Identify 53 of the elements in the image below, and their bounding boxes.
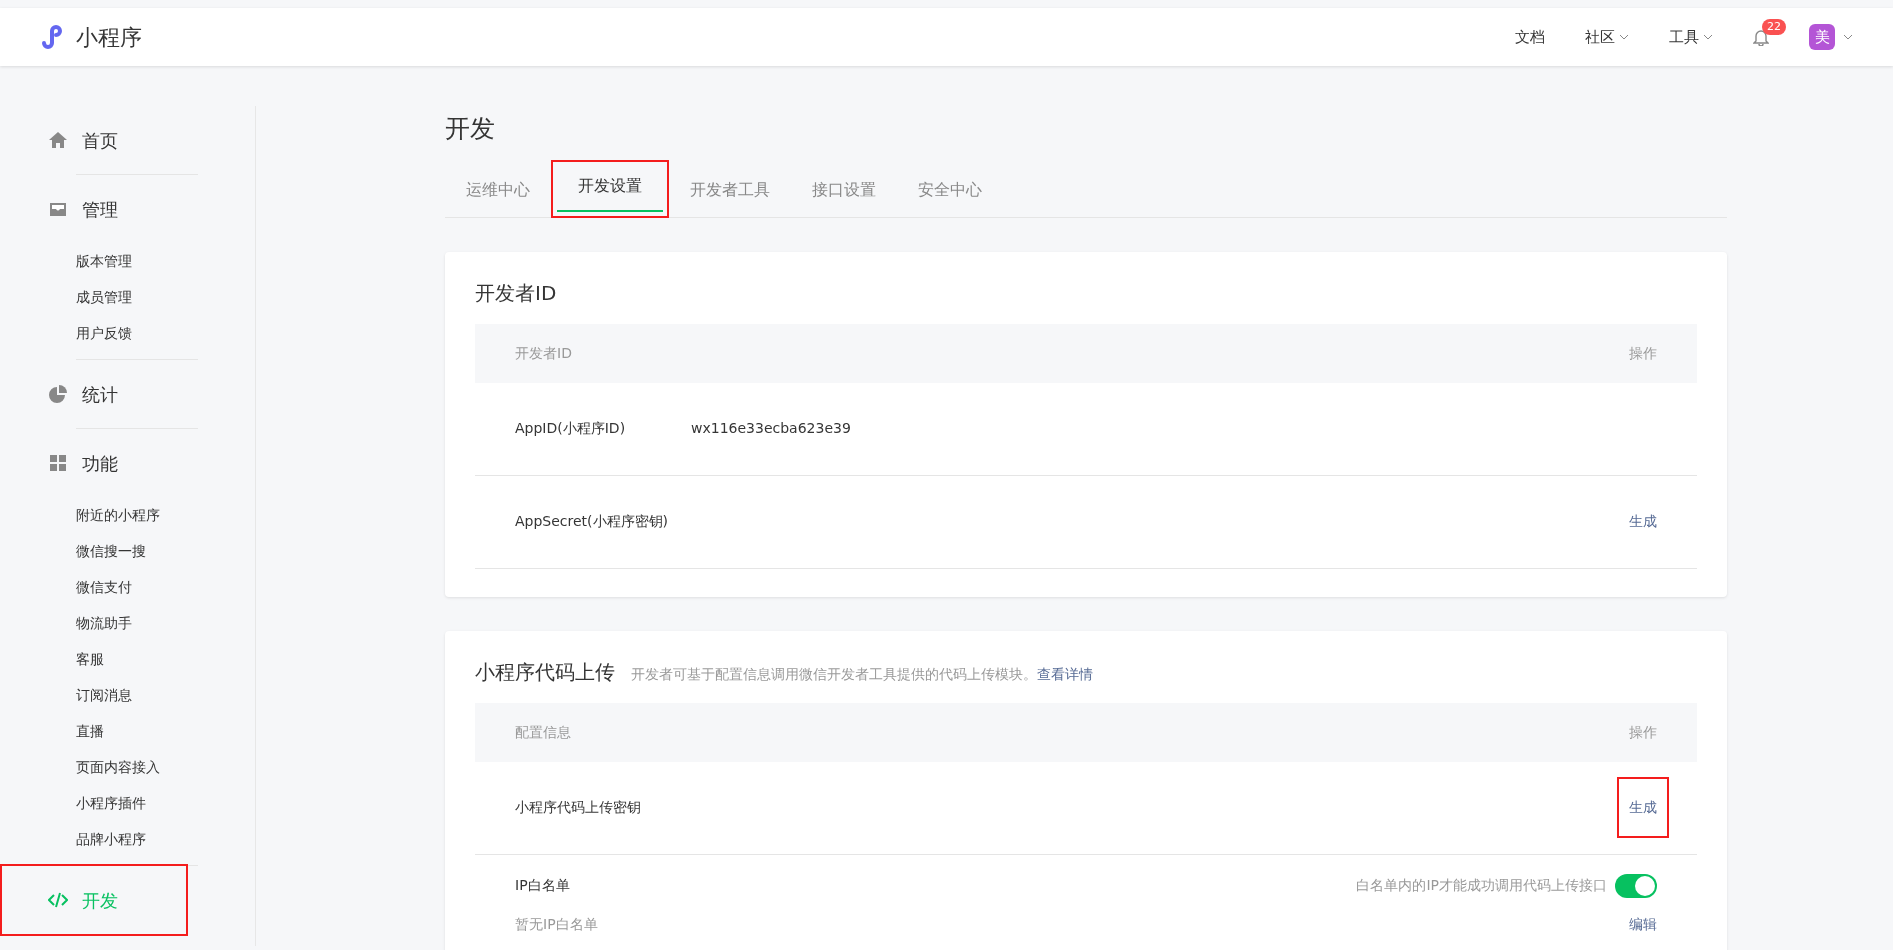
sidebar-item[interactable]: 统计 — [26, 360, 202, 428]
row-label: 小程序代码上传密钥 — [515, 798, 641, 817]
caret-icon — [1703, 34, 1713, 40]
column-header: 开发者ID — [515, 343, 572, 363]
tab[interactable]: 开发设置 — [557, 165, 663, 212]
row-value: wx116e33ecba623e39 — [691, 419, 851, 438]
row-label: AppID(小程序ID) — [515, 419, 627, 438]
row-note: 暂无IP白名单 — [515, 914, 598, 934]
card-title: 开发者ID — [475, 279, 557, 307]
card-description: 开发者可基于配置信息调用微信开发者工具提供的代码上传模块。查看详情 — [631, 664, 1093, 684]
sidebar-subitem[interactable]: 物流助手 — [26, 605, 227, 641]
sidebar-subitem[interactable]: 直播 — [26, 713, 227, 749]
generate-link[interactable]: 生成 — [1629, 799, 1657, 815]
generate-link[interactable]: 生成 — [1629, 513, 1657, 529]
toggle-switch[interactable] — [1615, 873, 1657, 898]
sidebar-subitem[interactable]: 用户反馈 — [26, 315, 227, 351]
nav-link[interactable]: 工具 — [1669, 25, 1713, 49]
notification-button[interactable] — [1753, 28, 1769, 46]
sidebar-subitem[interactable]: 订阅消息 — [26, 677, 227, 713]
sidebar-subitem[interactable]: 页面内容接入 — [26, 749, 227, 785]
toggle-hint: 白名单内的IP才能成功调用代码上传接口 — [1356, 876, 1607, 895]
home-icon — [48, 130, 68, 150]
avatar[interactable]: 美 — [1809, 24, 1835, 50]
edit-link[interactable]: 编辑 — [1629, 913, 1657, 935]
page-title: 开发 — [445, 113, 496, 145]
column-header: 操作 — [1629, 343, 1657, 363]
sidebar-subitem[interactable]: 版本管理 — [26, 243, 227, 279]
nav-link[interactable]: 文档 — [1515, 25, 1545, 49]
logo-text: 小程序 — [76, 23, 142, 52]
sidebar-subitem[interactable]: 微信支付 — [26, 569, 227, 605]
caret-icon — [1843, 34, 1853, 40]
row-label: AppSecret(小程序密钥) — [515, 512, 669, 531]
column-header: 操作 — [1629, 722, 1657, 742]
card-title: 小程序代码上传 — [475, 658, 615, 686]
notification-count: 22 — [1762, 19, 1786, 35]
sidebar-subitem[interactable]: 附近的小程序 — [26, 497, 227, 533]
bell-icon — [1753, 28, 1769, 46]
sidebar-item[interactable]: 管理 — [26, 175, 202, 243]
nav-link[interactable]: 社区 — [1585, 25, 1629, 49]
sidebar-subitem[interactable]: 小程序插件 — [26, 785, 227, 821]
caret-icon — [1619, 34, 1629, 40]
row-label: IP白名单 — [515, 876, 570, 895]
sidebar-subitem[interactable]: 微信搜一搜 — [26, 533, 227, 569]
sidebar-subitem[interactable]: 客服 — [26, 641, 227, 677]
details-link[interactable]: 查看详情 — [1037, 665, 1093, 682]
code-icon — [48, 890, 68, 910]
sidebar-item[interactable]: 功能 — [26, 429, 202, 497]
sidebar-subitem[interactable]: 成员管理 — [26, 279, 227, 315]
pie-chart-icon — [48, 384, 68, 404]
sidebar-subitem[interactable]: 品牌小程序 — [26, 821, 227, 857]
column-header: 配置信息 — [515, 722, 571, 742]
grid-icon — [48, 453, 68, 473]
sidebar-item[interactable]: 首页 — [26, 106, 202, 174]
